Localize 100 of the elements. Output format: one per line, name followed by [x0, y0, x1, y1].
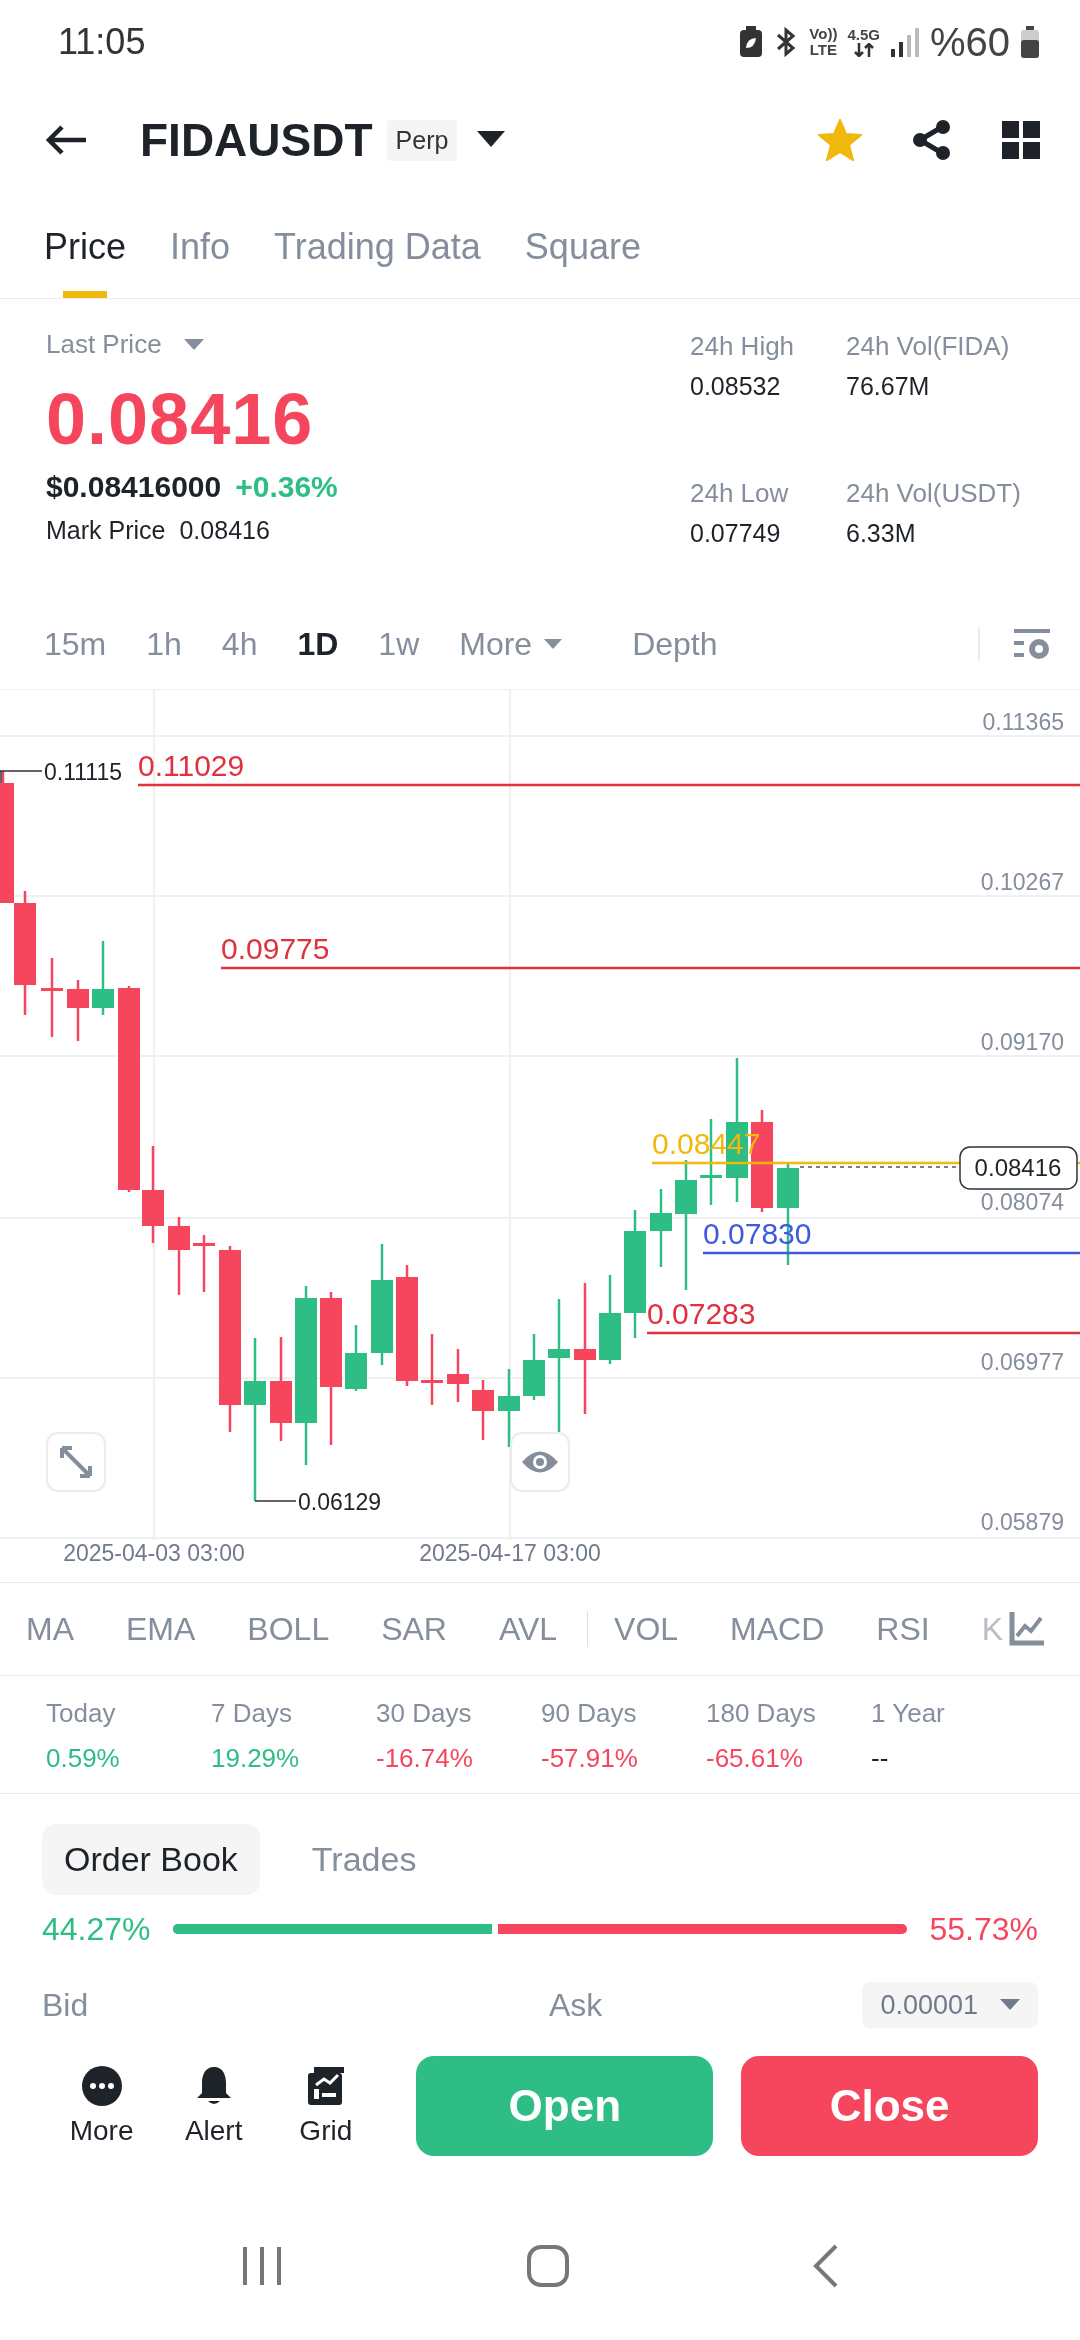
- symbol-title: FIDAUSDT: [140, 113, 373, 167]
- expand-button[interactable]: [46, 1432, 106, 1492]
- period-change: -65.61%: [706, 1743, 804, 1774]
- back-icon[interactable]: [46, 124, 88, 156]
- indicator-tab[interactable]: EMA: [126, 1610, 196, 1648]
- mark-price-label: Mark Price: [46, 516, 166, 545]
- candle: [421, 1334, 443, 1405]
- period-change: -57.91%: [541, 1743, 639, 1774]
- candle: [447, 1349, 469, 1402]
- star-icon[interactable]: [818, 119, 862, 161]
- high-marker: [0, 770, 43, 784]
- battery-saver-icon: [739, 26, 764, 58]
- price-change: +0.36%: [235, 470, 338, 504]
- price-type-label[interactable]: Last Price: [46, 329, 162, 360]
- back-nav-icon[interactable]: [812, 2244, 839, 2288]
- axis-label: 0.09170: [980, 1029, 1064, 1055]
- stat-value: 0.07749: [690, 519, 782, 548]
- indicator-tab[interactable]: K: [981, 1610, 1003, 1648]
- date-label: 2025-04-03 03:00: [63, 1540, 245, 1567]
- bid-ratio: 44.27%: [42, 1910, 151, 1948]
- mark-price: 0.08416: [179, 516, 270, 545]
- tab[interactable]: Price: [44, 196, 127, 298]
- tab[interactable]: Trading Data: [274, 196, 481, 298]
- period-label: 180 Days: [706, 1698, 817, 1729]
- stat-value: 6.33M: [846, 519, 917, 548]
- indicator-tab[interactable]: MACD: [730, 1610, 825, 1648]
- tab[interactable]: Info: [170, 196, 231, 298]
- battery-level: %60: [929, 19, 1010, 65]
- interval-tab[interactable]: 15m: [44, 625, 107, 663]
- last-price: 0.08416: [46, 378, 315, 460]
- period-change: --: [871, 1743, 890, 1774]
- recent-apps-icon[interactable]: [241, 2245, 284, 2287]
- contract-badge: Perp: [386, 119, 458, 161]
- eye-icon: [520, 1449, 560, 1475]
- clock: 11:05: [58, 21, 146, 63]
- dropdown-caret-icon[interactable]: [477, 131, 506, 149]
- volte-label: Vo)): [809, 26, 838, 42]
- stat-value: 0.08532: [690, 372, 782, 401]
- indicator-chart-icon[interactable]: [1009, 1612, 1045, 1646]
- candle: [472, 1380, 494, 1440]
- caret-icon[interactable]: [183, 338, 204, 351]
- candle: [67, 980, 89, 1041]
- expand-icon: [59, 1445, 93, 1479]
- candle: [345, 1325, 367, 1391]
- interval-tab[interactable]: 1D: [297, 625, 339, 663]
- period-label: 30 Days: [376, 1698, 473, 1729]
- column-header: Bid: [42, 1986, 90, 2024]
- current-price-label: 0.08416: [974, 1154, 1062, 1181]
- indicator-tab[interactable]: VOL: [614, 1610, 679, 1648]
- interval-tab[interactable]: 4h: [221, 625, 258, 663]
- network-label: 4.5G: [847, 27, 880, 43]
- depth-tab[interactable]: Depth: [632, 625, 718, 663]
- action-button[interactable]: Alert: [174, 2065, 254, 2147]
- home-icon[interactable]: [526, 2244, 570, 2288]
- period-change: 19.29%: [211, 1743, 301, 1774]
- stat-label: 24h Low: [690, 478, 790, 509]
- price-line-label: 0.07283: [647, 1297, 756, 1330]
- axis-label: 0.06977: [980, 1349, 1064, 1375]
- period-change: 0.59%: [46, 1743, 121, 1774]
- axis-label: 0.10267: [980, 869, 1064, 895]
- action-button[interactable]: More: [62, 2065, 142, 2147]
- stat-value: 76.67M: [846, 372, 931, 401]
- period-label: 7 Days: [211, 1698, 293, 1729]
- indicator-tab[interactable]: MA: [26, 1610, 74, 1648]
- low-marker-label: 0.06129: [298, 1489, 382, 1515]
- price-line-label: 0.11029: [138, 749, 245, 782]
- interval-dropdown[interactable]: More: [459, 625, 563, 663]
- chart-settings-icon[interactable]: [1014, 627, 1050, 661]
- indicator-tab[interactable]: BOLL: [247, 1610, 330, 1648]
- book-tab[interactable]: Order Book: [42, 1823, 260, 1895]
- interval-tab[interactable]: 1h: [146, 625, 182, 663]
- more-icon: [80, 2065, 123, 2107]
- open-button[interactable]: Open: [416, 2056, 714, 2156]
- close-button[interactable]: Close: [741, 2056, 1039, 2156]
- caret-icon: [544, 638, 563, 650]
- axis-label: 0.11365: [982, 709, 1064, 735]
- caret-icon: [1000, 1999, 1020, 2011]
- lte-label: LTE: [809, 42, 837, 58]
- grid-layout-icon[interactable]: [1002, 121, 1040, 159]
- indicator-tab[interactable]: SAR: [381, 1610, 447, 1648]
- precision-dropdown[interactable]: 0.00001: [862, 1982, 1038, 2028]
- period-label: 90 Days: [541, 1698, 638, 1729]
- usd-price: $0.08416000: [46, 470, 222, 504]
- signal-icon: [889, 27, 920, 57]
- indicator-tab[interactable]: AVL: [498, 1610, 558, 1648]
- tab[interactable]: Square: [524, 196, 641, 298]
- axis-label: 0.05879: [980, 1509, 1064, 1535]
- visibility-button[interactable]: [510, 1432, 570, 1492]
- ask-ratio: 55.73%: [929, 1910, 1038, 1948]
- indicator-tab[interactable]: RSI: [876, 1610, 930, 1648]
- stat-label: 24h High: [690, 331, 796, 362]
- interval-tab[interactable]: 1w: [378, 625, 420, 663]
- book-tab[interactable]: Trades: [289, 1823, 439, 1895]
- candle: [523, 1334, 545, 1400]
- period-change: -16.74%: [376, 1743, 474, 1774]
- share-icon[interactable]: [912, 119, 952, 161]
- action-button[interactable]: Grid: [286, 2065, 366, 2147]
- period-label: 1 Year: [871, 1698, 946, 1729]
- date-label: 2025-04-17 03:00: [419, 1540, 601, 1567]
- axis-label: 0.08074: [980, 1189, 1064, 1215]
